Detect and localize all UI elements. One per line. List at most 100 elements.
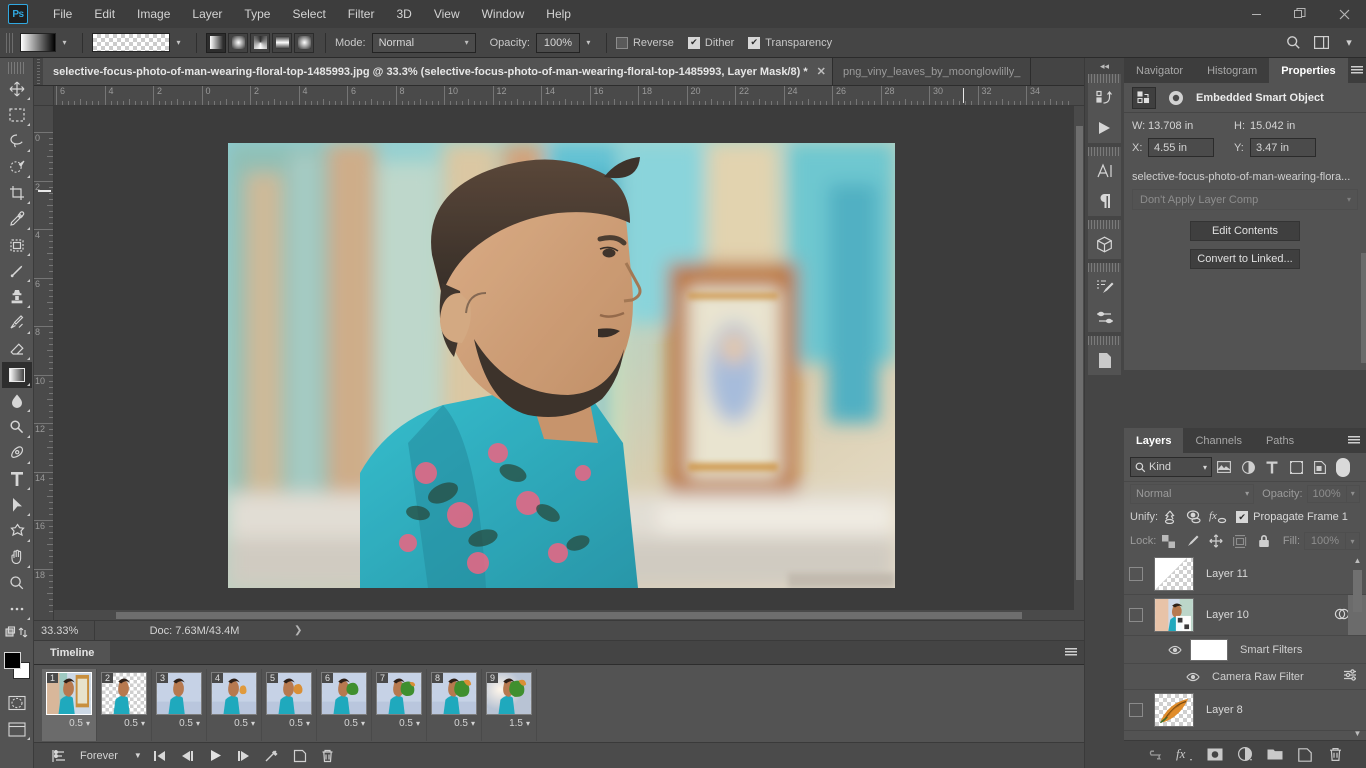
eraser-tool[interactable] [2, 336, 32, 362]
menu-image[interactable]: Image [126, 0, 181, 28]
convert-to-linked-button[interactable]: Convert to Linked... [1190, 249, 1300, 269]
opacity-input[interactable]: 100% [535, 32, 580, 53]
close-icon[interactable]: ✕ [817, 65, 826, 78]
lock-image-icon[interactable] [1180, 530, 1204, 552]
animation-frame-delay[interactable]: 0.5 ▾ [321, 715, 367, 729]
select-next-frame-icon[interactable] [230, 743, 258, 768]
scrollbar-thumb[interactable] [1353, 570, 1362, 612]
filter-type-icon[interactable] [1260, 456, 1284, 478]
layer-list-scrollbar[interactable]: ▲ ▼ [1351, 554, 1364, 740]
custom-shape-tool[interactable] [2, 518, 32, 544]
scroll-up-icon[interactable]: ▲ [1351, 554, 1364, 567]
opacity-chevron-down-icon[interactable]: ▾ [580, 33, 597, 53]
animation-frame-delay[interactable]: 0.5 ▾ [101, 715, 147, 729]
menu-file[interactable]: File [42, 0, 83, 28]
canvas-horizontal-scrollbar[interactable] [54, 610, 1084, 620]
new-group-icon[interactable] [1263, 743, 1287, 767]
animation-frame-delay[interactable]: 0.5 ▾ [156, 715, 202, 729]
canvas-area[interactable] [54, 106, 1084, 620]
gradient-preset-preview[interactable] [92, 33, 170, 52]
lock-transparency-icon[interactable] [1156, 530, 1180, 552]
menu-layer[interactable]: Layer [181, 0, 233, 28]
unify-position-icon[interactable] [1158, 506, 1182, 528]
layer-thumbnail[interactable] [1154, 557, 1194, 591]
animation-frame-delay[interactable]: 0.5 ▾ [211, 715, 257, 729]
document-tab-inactive[interactable]: png_viny_leaves_by_moonglowlilly_ [833, 58, 1032, 85]
crop-tool[interactable] [2, 180, 32, 206]
tab-layers[interactable]: Layers [1124, 428, 1184, 453]
animation-frame[interactable]: 2 0.5 ▾ [97, 669, 152, 741]
menu-edit[interactable]: Edit [83, 0, 126, 28]
filter-shape-icon[interactable] [1284, 456, 1308, 478]
blend-mode-select[interactable]: Normal ▾ [371, 32, 476, 53]
animation-frame-delay[interactable]: 0.5 ▾ [266, 715, 312, 729]
properties-scrollbar[interactable] [1355, 83, 1366, 370]
eyedropper-tool[interactable] [2, 206, 32, 232]
edit-contents-button[interactable]: Edit Contents [1190, 221, 1300, 241]
play-animation-icon[interactable] [202, 743, 230, 768]
animation-frame[interactable]: 7 0.5 ▾ [372, 669, 427, 741]
brush-presets-icon[interactable] [1088, 302, 1121, 332]
tools-panel-grip[interactable] [8, 62, 25, 74]
layer-blend-mode-select[interactable]: Normal ▾ [1130, 483, 1255, 504]
unify-style-icon[interactable]: fx [1206, 506, 1230, 528]
tween-frames-icon[interactable] [258, 743, 286, 768]
smart-filters-visibility-icon[interactable] [1168, 645, 1188, 655]
object-selection-tool[interactable] [2, 154, 32, 180]
animation-frame-thumbnail[interactable]: 5 [266, 672, 312, 715]
gradient-swatch[interactable] [20, 33, 56, 52]
layer-name[interactable]: Layer 10 [1206, 609, 1249, 621]
link-layers-icon[interactable] [1143, 743, 1167, 767]
play-icon[interactable] [1088, 113, 1121, 143]
select-previous-frame-icon[interactable] [174, 743, 202, 768]
layer-mask-icon[interactable] [1203, 743, 1227, 767]
zoom-tool[interactable] [2, 570, 32, 596]
scroll-down-icon[interactable]: ▼ [1351, 727, 1364, 740]
linear-gradient-button[interactable] [206, 32, 226, 53]
horizontal-ruler[interactable]: 6 4 2 0 2 4 6 8 10 12 14 16 18 20 22 24 26 28 30 32 34 [54, 86, 1084, 106]
clone-stamp-tool[interactable] [2, 284, 32, 310]
chevron-down-icon[interactable]: ▾ [1346, 532, 1360, 550]
menu-type[interactable]: Type [233, 0, 281, 28]
rectangular-marquee-tool[interactable] [2, 102, 32, 128]
transparency-checkbox[interactable]: ✔ Transparency [748, 36, 832, 49]
delete-layer-icon[interactable] [1323, 743, 1347, 767]
foreground-color-swatch[interactable] [4, 652, 21, 669]
menu-view[interactable]: View [423, 0, 471, 28]
path-selection-tool[interactable] [2, 492, 32, 518]
menu-3d[interactable]: 3D [385, 0, 422, 28]
menu-filter[interactable]: Filter [337, 0, 386, 28]
type-tool[interactable] [2, 466, 32, 492]
tab-navigator[interactable]: Navigator [1124, 58, 1195, 83]
fill-input[interactable]: 100% [1304, 532, 1346, 550]
animation-frame[interactable]: 5 0.5 ▾ [262, 669, 317, 741]
animation-frame[interactable]: 1 0.5 ▾ [42, 669, 97, 741]
animation-frame-delay[interactable]: 0.5 ▾ [376, 715, 422, 729]
layers-opacity-input[interactable]: 100% [1306, 484, 1347, 503]
camera-raw-filter-visibility-icon[interactable] [1186, 672, 1206, 682]
reverse-checkbox[interactable]: Reverse [615, 36, 674, 49]
scrollbar-thumb[interactable] [1361, 253, 1366, 363]
animation-frame-thumbnail[interactable]: 1 [46, 672, 92, 715]
menu-select[interactable]: Select [281, 0, 336, 28]
table-row[interactable]: Layer 8 [1124, 690, 1366, 731]
table-row[interactable]: Layer 10 ^ [1124, 595, 1366, 636]
animation-frame-thumbnail[interactable]: 3 [156, 672, 202, 715]
x-input[interactable]: 4.55 in [1148, 138, 1214, 157]
layer-name[interactable]: Layer 8 [1206, 704, 1243, 716]
select-first-frame-icon[interactable] [146, 743, 174, 768]
workspace-icon[interactable] [1308, 31, 1334, 55]
character-icon[interactable] [1088, 156, 1121, 186]
paragraph-icon[interactable] [1088, 186, 1121, 216]
animation-frame-thumbnail[interactable]: 7 [376, 672, 422, 715]
rail-grip[interactable] [1088, 74, 1121, 83]
history-brush-tool[interactable] [2, 310, 32, 336]
timeline-panel-menu-icon[interactable] [1058, 641, 1084, 664]
delete-frame-icon[interactable] [314, 743, 342, 768]
options-bar-grip[interactable] [6, 32, 13, 53]
chevron-down-icon[interactable]: ▾ [1346, 484, 1360, 503]
duplicate-frame-icon[interactable] [286, 743, 314, 768]
gradient-tool[interactable] [2, 362, 32, 388]
layers-panel-menu-icon[interactable] [1342, 428, 1366, 453]
minimize-button[interactable] [1234, 0, 1278, 28]
